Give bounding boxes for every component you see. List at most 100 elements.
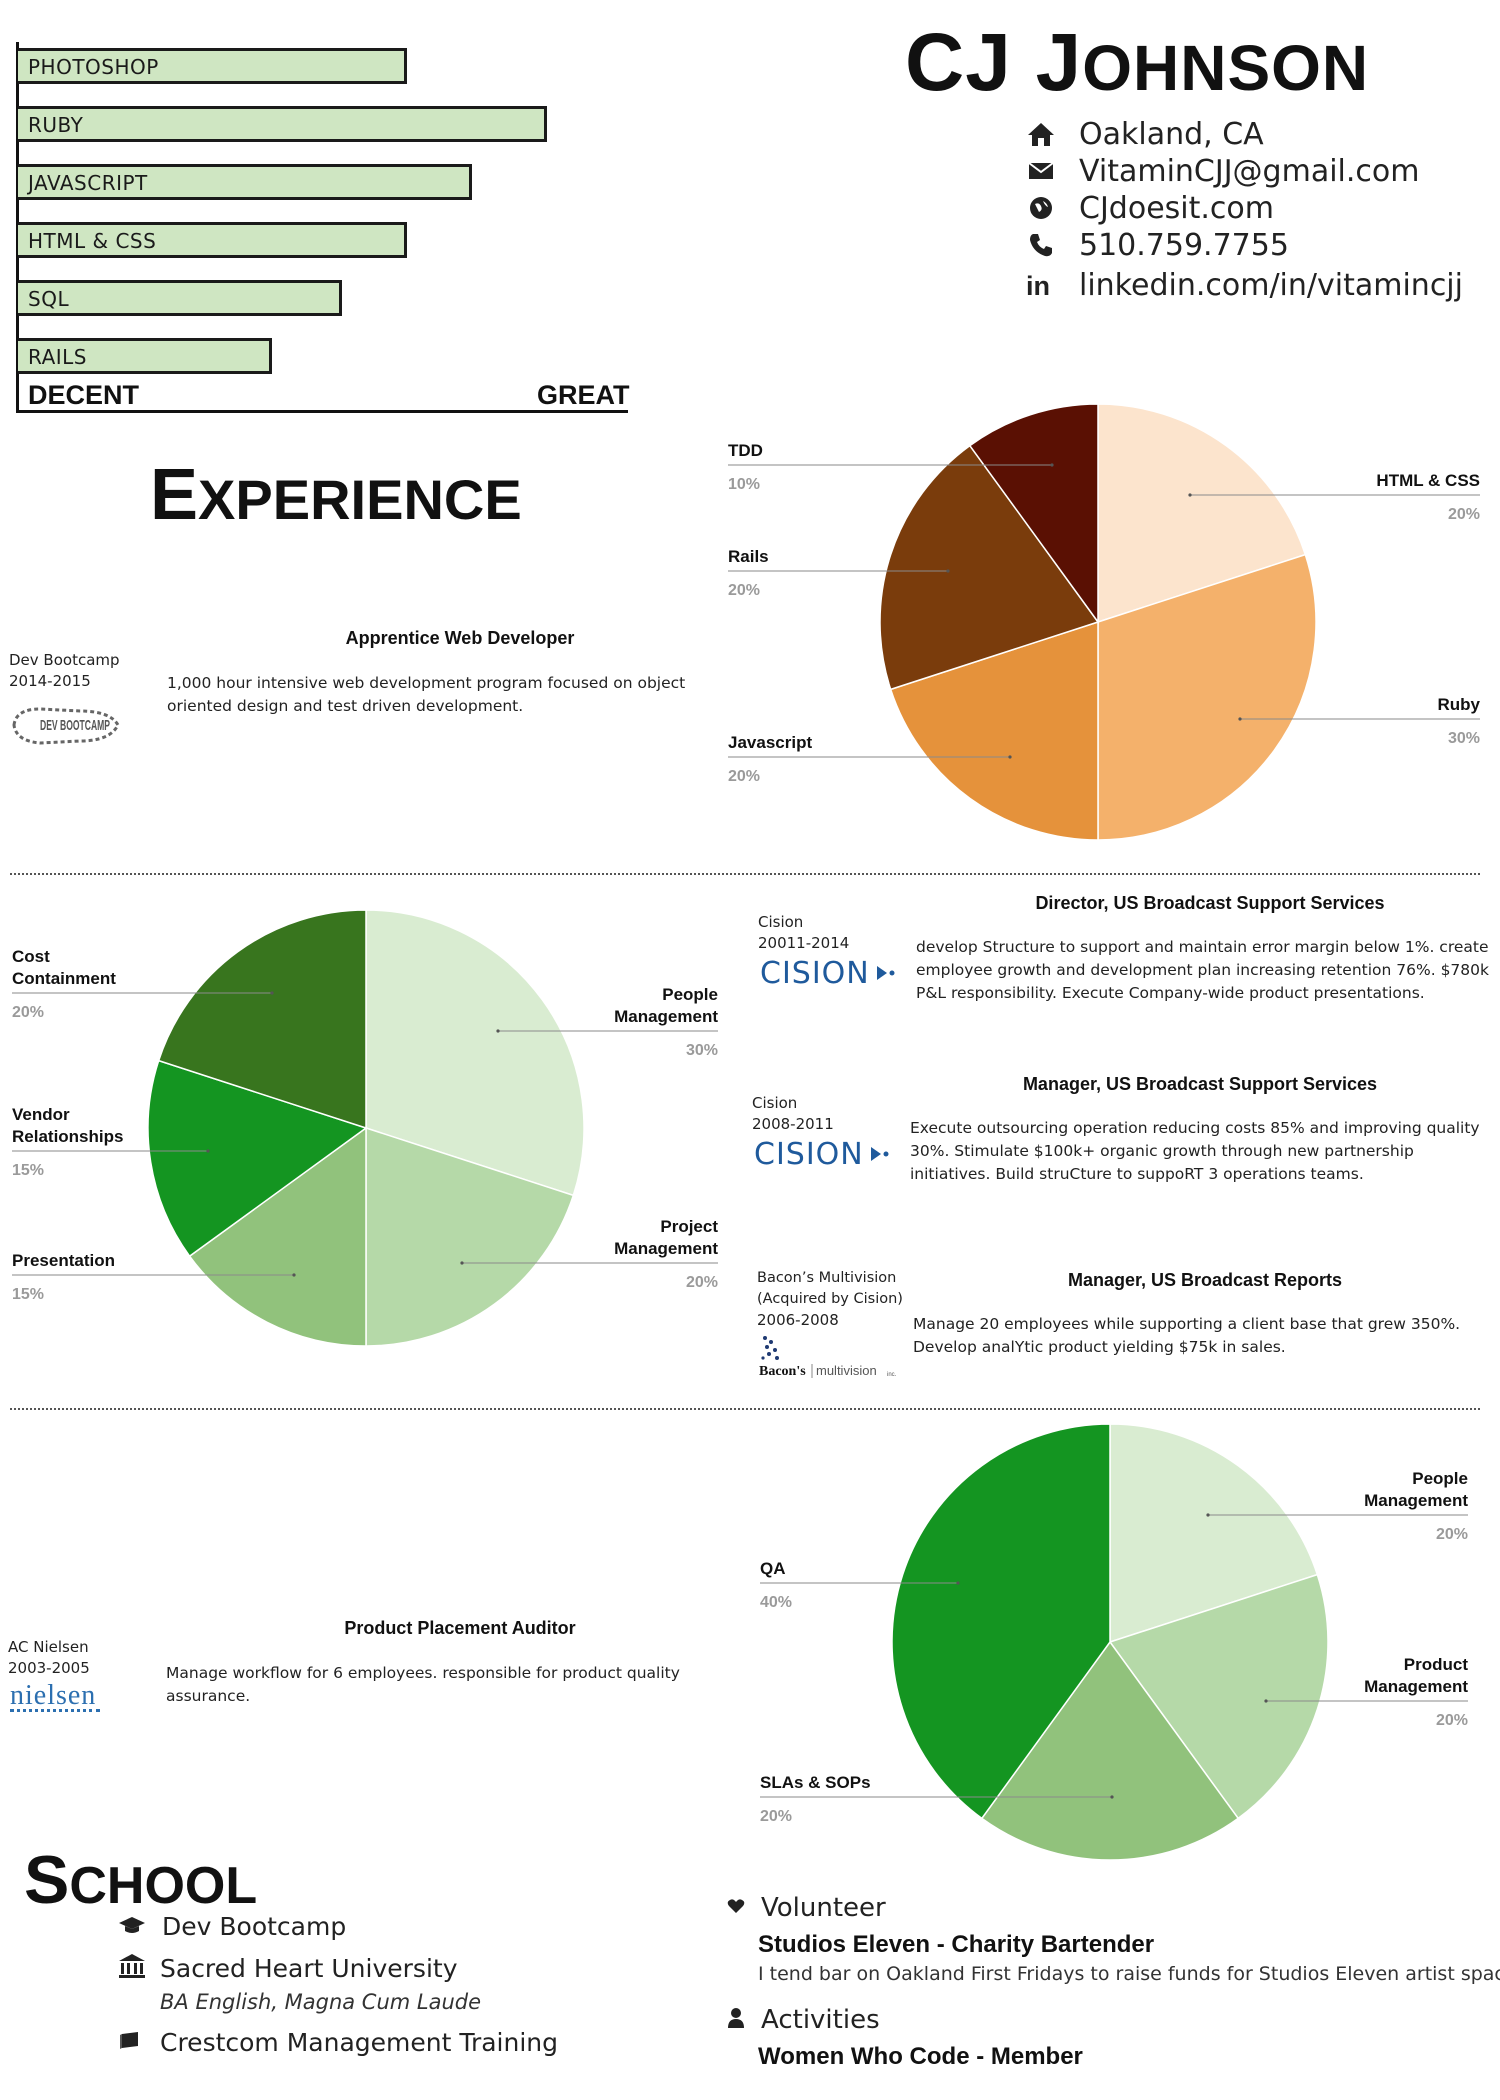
person-name: CJ JOHNSON (905, 18, 1369, 113)
experience-title-cap: E (150, 455, 199, 535)
phone-icon (1025, 229, 1057, 261)
school-item-degree: BA English, Magna Cum Laude (160, 1990, 482, 2014)
job-company-note: (Acquired by Cision) (757, 1291, 903, 1307)
job-years: 2003-2005 (8, 1659, 90, 1677)
cision-arrow-icon (870, 1147, 889, 1161)
contact-phone-text[interactable]: 510.759.7755 (1079, 228, 1289, 263)
cision-logo: CISION (754, 1136, 894, 1172)
book-icon (118, 2031, 146, 2055)
pie-label-presentation: Presentation (12, 1251, 115, 1270)
experience-title-rest: XPERIENCE (198, 468, 522, 531)
school-item: Crestcom Management Training (118, 2028, 558, 2057)
volunteer-description: I tend bar on Oakland First Fridays to r… (758, 1963, 1500, 1985)
job-description: Execute outsourcing operation reducing c… (910, 1119, 1480, 1183)
job-title: Manager, US Broadcast Support Services (1022, 1074, 1378, 1094)
cision-arrow-icon (876, 966, 895, 980)
pie-pct-javascript: 20% (728, 768, 760, 785)
pie-leader-dot-rails (946, 569, 950, 573)
management-pie-svg: People Management 30% Project Management 20% P… (12, 909, 718, 1347)
pie-pct-project-management: 20% (686, 1274, 718, 1291)
skill-bar-sql: SQL (18, 280, 342, 316)
pie-pct-cost-containment: 20% (12, 1004, 44, 1021)
contact-website-text[interactable]: CJdoesit.com (1079, 191, 1274, 226)
skills-scale-low: DECENT (28, 380, 140, 410)
job-company: AC Nielsen 2003-2005 (8, 1637, 90, 1679)
pie-leader-dot-project-management (460, 1261, 464, 1265)
job-company: Cision 2008-2011 (752, 1093, 834, 1135)
skills-pie-chart: HTML & CSS 20% Ruby 30% Javascript 20% Rails 20… (700, 390, 1500, 860)
pie-leader-dot-people-management (496, 1029, 500, 1033)
pie-label-project-management: Project (660, 1217, 718, 1236)
qa-pie-svg: People Management 20% Product Management 20% S… (760, 1423, 1468, 1861)
pie-label-javascript: Javascript (728, 733, 812, 752)
school-item: Dev Bootcamp (118, 1912, 346, 1941)
job-company-name: Dev Bootcamp (9, 651, 120, 669)
pie-pct-people-management: 30% (686, 1042, 718, 1059)
cision-logo-text: CISION (760, 955, 870, 991)
pie-leader-dot-product-management (1264, 1699, 1268, 1703)
pie-pct-tdd: 10% (728, 476, 760, 493)
management-pie-chart: People Management 30% Project Management 20% P… (0, 900, 730, 1360)
activities-heading: Activities (761, 2005, 880, 2035)
pie-leader-dot-cost-containment (270, 991, 274, 995)
dev-bootcamp-logo: DEV BOOTCAMP (10, 703, 122, 747)
envelope-icon (1025, 155, 1057, 187)
pie-label-slas-sops: SLAs & SOPs (760, 1773, 871, 1792)
job-years: 2008-2011 (752, 1115, 834, 1133)
volunteer-heading: Volunteer (761, 1893, 886, 1923)
pie-label-people-management: Management (1364, 1491, 1468, 1510)
pie-leader-dot-slas-sops (1110, 1795, 1114, 1799)
skill-bar-ruby: RUBY (18, 106, 547, 142)
bacons-multivision-logo: Bacon's multivision inc. (757, 1334, 907, 1380)
pie-pct-vendor-relationships: 15% (12, 1162, 44, 1179)
user-icon (727, 2007, 747, 2033)
contact-linkedin[interactable]: in linkedin.com/in/vitamincjj (1025, 267, 1495, 303)
pie-pct-html-css: 20% (1448, 506, 1480, 523)
contact-email[interactable]: VitaminCJJ@gmail.com (1025, 153, 1495, 189)
skill-bar-rails: RAILS (18, 338, 272, 374)
pie-label-people-management: People (1412, 1469, 1468, 1488)
bacons-logo-text-b: multivision (816, 1363, 877, 1378)
contact-phone[interactable]: 510.759.7755 (1025, 227, 1495, 263)
school-item-name: Dev Bootcamp (162, 1912, 347, 1941)
pie-label-product-management: Management (1364, 1677, 1468, 1696)
job-description: Manage workflow for 6 employees. respons… (166, 1664, 680, 1705)
contact-website[interactable]: CJdoesit.com (1025, 190, 1495, 226)
pie-pct-rails: 20% (728, 582, 760, 599)
job-description: develop Structure to support and maintai… (916, 938, 1489, 1002)
pie-pct-ruby: 30% (1448, 730, 1480, 747)
pie-label-people-management: Management (614, 1007, 718, 1026)
school-item-name: Sacred Heart University (160, 1953, 458, 1983)
nielsen-logo-text: nielsen (10, 1680, 97, 1711)
activities-heading-row: Activities (727, 2005, 880, 2035)
job-company: Dev Bootcamp 2014-2015 (9, 650, 120, 692)
contact-email-text[interactable]: VitaminCJJ@gmail.com (1079, 154, 1420, 189)
qa-pie-chart: People Management 20% Product Management 20% S… (700, 1410, 1500, 1880)
skills-pie-svg: HTML & CSS 20% Ruby 30% Javascript 20% Rails 20… (728, 403, 1481, 841)
linkedin-icon: in (1025, 269, 1057, 301)
pie-pct-slas-sops: 20% (760, 1808, 792, 1825)
volunteer-heading-row: Volunteer (727, 1893, 886, 1923)
pie-label-cost-containment: Containment (12, 969, 116, 988)
skill-bar-javascript: JAVASCRIPT (18, 164, 472, 200)
pie-label-vendor-relationships: Vendor (12, 1105, 70, 1124)
activities-role: Women Who Code - Member (758, 2043, 1083, 2070)
job-company-name: Cision (758, 913, 804, 931)
pie-label-tdd: TDD (728, 441, 763, 460)
pie-pct-people-management: 20% (1436, 1526, 1468, 1543)
pie-label-ruby: Ruby (1438, 695, 1481, 714)
job-title: Director, US Broadcast Support Services (1035, 893, 1385, 913)
school-item: Sacred Heart University (118, 1953, 458, 1983)
heart-icon (727, 1898, 747, 1918)
cision-logo-text: CISION (754, 1136, 864, 1172)
pie-leader-dot-ruby (1238, 717, 1242, 721)
contact-location-text: Oakland, CA (1079, 116, 1264, 152)
pie-leader-dot-tdd (1050, 463, 1054, 467)
dev-bootcamp-logo-text: DEV BOOTCAMP (40, 717, 110, 734)
pie-label-qa: QA (760, 1559, 786, 1578)
pie-pct-presentation: 15% (12, 1286, 44, 1303)
pie-pct-product-management: 20% (1436, 1712, 1468, 1729)
nielsen-logo: nielsen (10, 1680, 110, 1722)
contact-linkedin-text[interactable]: linkedin.com/in/vitamincjj (1079, 268, 1463, 303)
pie-leader-dot-javascript (1008, 755, 1012, 759)
